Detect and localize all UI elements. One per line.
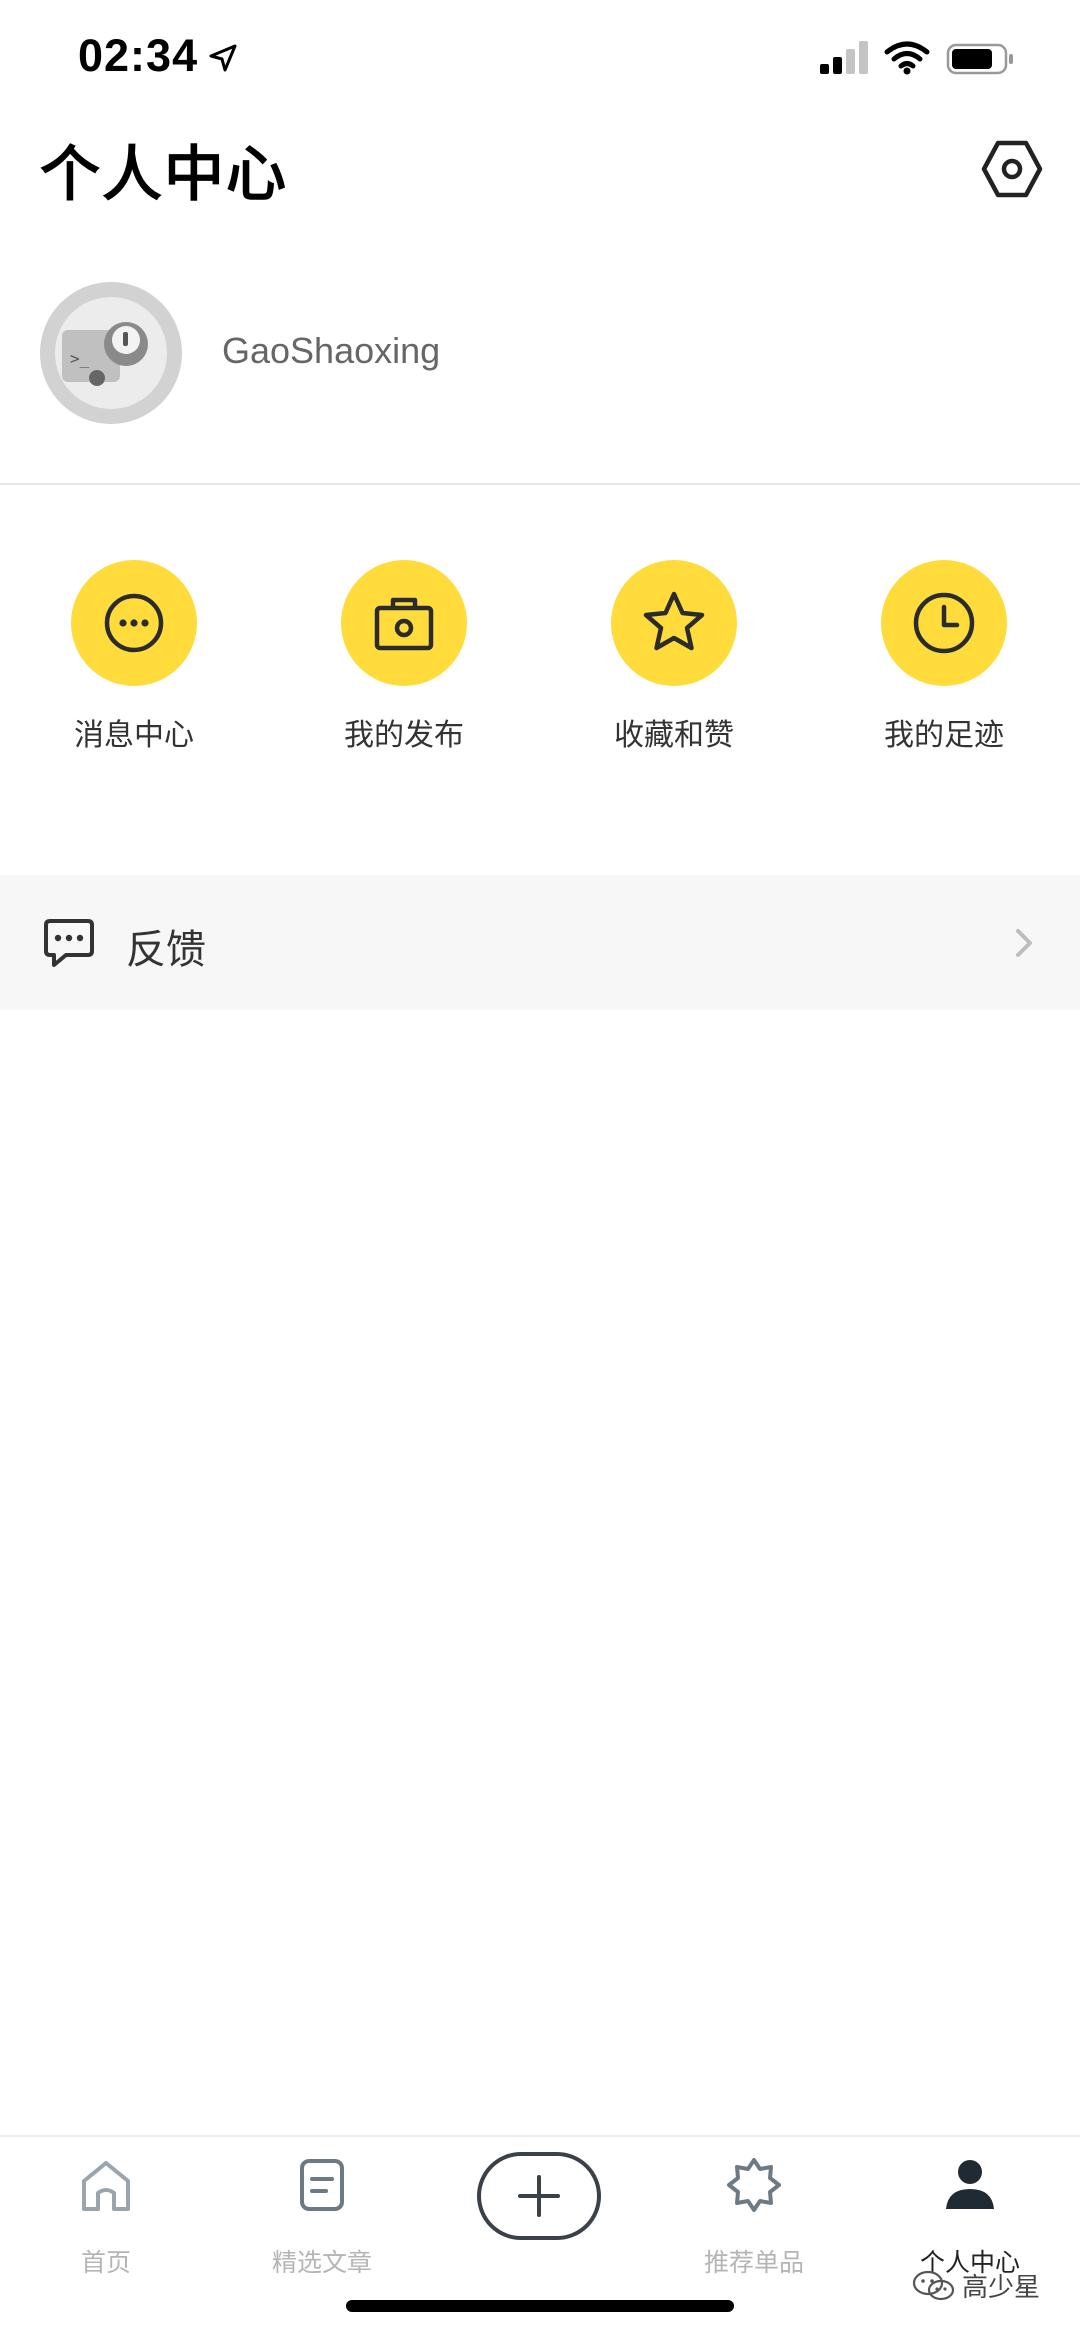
feedback-row[interactable]: 反馈	[0, 875, 1080, 1010]
tab-label: 精选文章	[271, 2248, 372, 2277]
status-time: 02:34	[78, 30, 199, 81]
home-indicator	[346, 2300, 734, 2312]
watermark-text: 高少星	[962, 2273, 1041, 2303]
star-icon	[611, 560, 737, 686]
add-post-button[interactable]	[477, 2152, 601, 2240]
avatar[interactable]: >_	[40, 282, 182, 424]
divider	[0, 483, 1080, 485]
wifi-icon	[884, 41, 930, 75]
tab-label: 推荐单品	[703, 2248, 804, 2277]
camera-icon	[341, 560, 467, 686]
action-label: 我的足迹	[884, 718, 1004, 753]
clock-icon	[881, 560, 1007, 686]
action-label: 我的发布	[344, 718, 464, 753]
page-title: 个人中心	[40, 140, 288, 210]
feedback-label: 反馈	[126, 927, 206, 973]
tab-articles[interactable]: 精选文章	[232, 2155, 412, 2277]
home-icon	[82, 2161, 130, 2211]
action-label: 消息中心	[74, 718, 194, 753]
location-arrow-icon	[209, 44, 237, 72]
action-my-history[interactable]: 我的足迹	[844, 560, 1044, 760]
chat-dots-icon	[71, 560, 197, 686]
svg-text:>_: >_	[70, 349, 90, 368]
action-message-center[interactable]: 消息中心	[34, 560, 234, 760]
quick-actions: 消息中心 我的发布 收藏和赞 我的足迹	[0, 560, 1080, 760]
tab-profile[interactable]: 个人中心	[880, 2155, 1060, 2277]
watermark: 高少星	[912, 2267, 1040, 2304]
action-my-posts[interactable]: 我的发布	[304, 560, 504, 760]
chevron-right-icon	[1016, 929, 1032, 957]
avatar-image: >_	[40, 282, 182, 424]
action-label: 收藏和赞	[614, 718, 734, 753]
tab-label: 首页	[80, 2248, 131, 2277]
settings-hexagon-icon[interactable]	[980, 137, 1044, 201]
username[interactable]: GaoShaoxing	[222, 330, 440, 372]
person-icon	[946, 2160, 994, 2209]
badge-star-icon	[727, 2158, 781, 2212]
plus-icon	[518, 2175, 560, 2217]
tab-home[interactable]: 首页	[16, 2155, 196, 2277]
tab-recommended[interactable]: 推荐单品	[664, 2155, 844, 2277]
cellular-signal-icon	[820, 41, 868, 74]
action-favorites-likes[interactable]: 收藏和赞	[574, 560, 774, 760]
status-bar: 02:34	[0, 0, 1080, 120]
wechat-icon	[912, 2270, 955, 2300]
message-dots-icon	[44, 919, 94, 967]
battery-icon	[946, 43, 1013, 75]
document-icon	[300, 2159, 344, 2211]
